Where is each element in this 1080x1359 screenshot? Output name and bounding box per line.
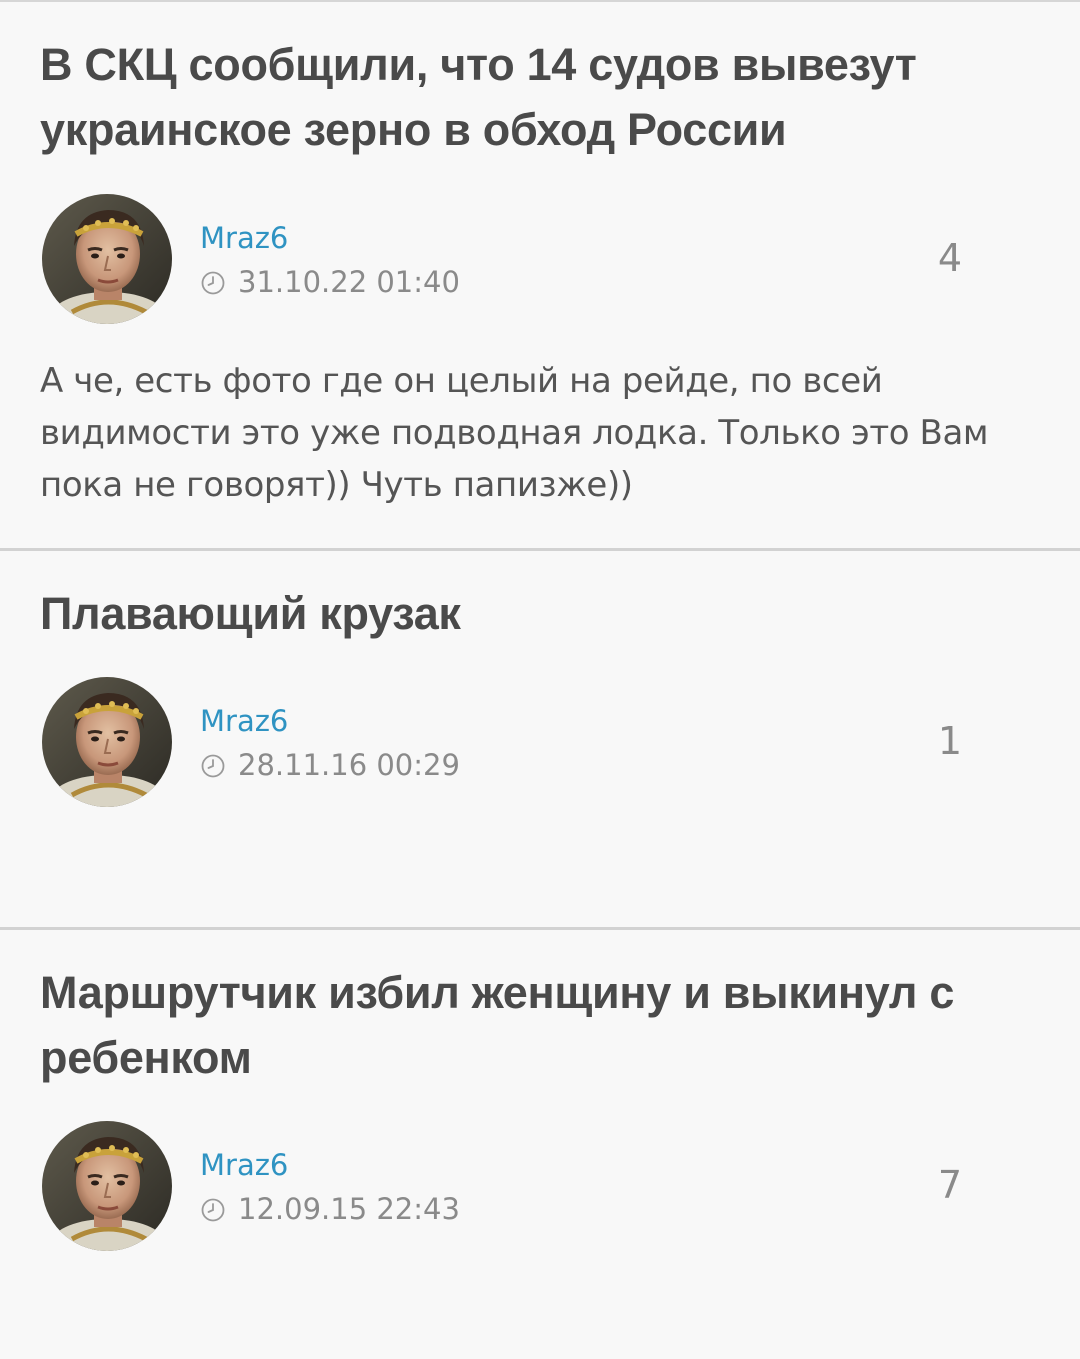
avatar[interactable]: [42, 677, 172, 807]
post-title[interactable]: Плавающий крузак: [40, 581, 1040, 646]
post-card[interactable]: В СКЦ сообщили, что 14 судов вывезут укр…: [0, 0, 1080, 548]
author-link[interactable]: Mraz6: [200, 220, 288, 256]
comment-snippet[interactable]: А че, есть фото где он целый на рейде, п…: [40, 355, 1050, 511]
author-link[interactable]: Mraz6: [200, 703, 288, 739]
clock-icon: [200, 1196, 226, 1222]
post-title[interactable]: В СКЦ сообщили, что 14 судов вывезут укр…: [40, 32, 1040, 162]
author-link[interactable]: Mraz6: [200, 1147, 288, 1183]
comment-count[interactable]: 1: [920, 719, 980, 763]
comment-count[interactable]: 7: [920, 1163, 980, 1207]
post-card[interactable]: Плавающий крузак Mraz6 28.11.16 00:29 1: [0, 551, 1080, 927]
clock-icon: [200, 269, 226, 295]
post-meta: 28.11.16 00:29: [200, 745, 460, 785]
post-meta: 31.10.22 01:40: [200, 262, 460, 302]
post-title[interactable]: Маршрутчик избил женщину и выкинул с реб…: [40, 960, 1040, 1090]
clock-icon: [200, 752, 226, 778]
post-card[interactable]: Маршрутчик избил женщину и выкинул с реб…: [0, 930, 1080, 1359]
comment-count[interactable]: 4: [920, 236, 980, 280]
post-datetime: 12.09.15 22:43: [238, 1192, 460, 1226]
avatar[interactable]: [42, 194, 172, 324]
post-datetime: 31.10.22 01:40: [238, 265, 460, 299]
post-datetime: 28.11.16 00:29: [238, 748, 460, 782]
avatar[interactable]: [42, 1121, 172, 1251]
post-meta: 12.09.15 22:43: [200, 1189, 460, 1229]
